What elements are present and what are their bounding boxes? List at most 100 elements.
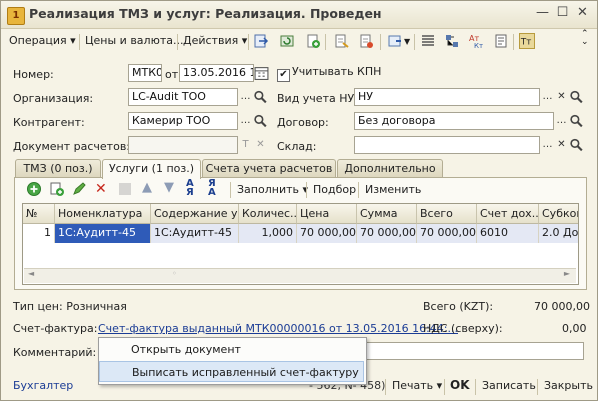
refresh-icon[interactable] xyxy=(279,33,295,49)
nomenclature-cell[interactable]: 1С:Аудитт-45 xyxy=(55,224,151,243)
column-header[interactable]: Цена xyxy=(297,204,357,224)
menu-item-issue-corrected-invoice[interactable]: Выписать исправленный счет-фактуру xyxy=(99,361,364,382)
subconto-cell[interactable]: 2.0 Дох xyxy=(539,224,578,243)
add-row-icon[interactable] xyxy=(26,181,42,197)
close-icon[interactable]: ✕ xyxy=(574,5,591,20)
column-header[interactable]: Всего xyxy=(417,204,477,224)
delete-x-icon[interactable]: ✕ xyxy=(95,181,107,197)
print-menu-button[interactable]: Печать ▾ xyxy=(392,379,442,392)
column-header[interactable]: Субкон xyxy=(539,204,578,224)
move-down-icon[interactable]: ▼ xyxy=(164,180,174,195)
warehouse-field[interactable] xyxy=(354,136,540,154)
app-icon: 1 xyxy=(7,7,25,25)
sum-cell[interactable]: 70 000,00 xyxy=(357,224,417,243)
report-icon[interactable] xyxy=(493,33,509,49)
calendar-icon[interactable] xyxy=(254,65,269,81)
tt-icon[interactable]: Tт xyxy=(519,33,535,49)
based-on-icon[interactable] xyxy=(387,33,403,49)
search-icon[interactable] xyxy=(569,113,584,129)
column-header[interactable]: Счет дох... xyxy=(477,204,539,224)
select-ellipsis-icon[interactable]: … xyxy=(238,113,253,129)
column-header[interactable]: Сумма xyxy=(357,204,417,224)
toolbar-separator xyxy=(248,34,249,50)
list-icon[interactable] xyxy=(420,33,436,49)
select-ellipsis-icon[interactable]: … xyxy=(554,113,569,129)
end-edit-icon[interactable] xyxy=(117,181,133,197)
enter-arrow-icon[interactable] xyxy=(253,33,269,49)
operation-menu-button[interactable]: Операция ▾ xyxy=(9,34,76,47)
clear-x-icon[interactable]: ✕ xyxy=(554,137,569,153)
sort-desc-icon[interactable]: ЯА xyxy=(208,179,216,198)
column-header[interactable]: Количес... xyxy=(239,204,297,224)
column-header[interactable]: Содержание у... xyxy=(151,204,239,224)
unpost-document-icon[interactable] xyxy=(358,33,374,49)
user-link[interactable]: Бухгалтер xyxy=(13,379,73,392)
select-button[interactable]: Подбор xyxy=(313,183,356,196)
clear-x-icon[interactable]: ✕ xyxy=(554,89,569,105)
structure-icon[interactable] xyxy=(444,33,460,49)
toolbar-overflow-icon[interactable]: ⌃ ⌄ xyxy=(581,30,589,47)
toolbar-separator xyxy=(475,379,476,395)
select-ellipsis-icon[interactable]: … xyxy=(540,137,555,153)
copy-row-icon[interactable] xyxy=(49,181,65,197)
tax-accounting-field[interactable]: НУ xyxy=(354,88,540,106)
column-header[interactable]: № xyxy=(23,204,55,224)
scroll-thumb[interactable]: ◦ xyxy=(172,269,177,278)
settlement-doc-field[interactable] xyxy=(128,136,238,154)
move-up-icon[interactable]: ▲ xyxy=(142,180,152,195)
scroll-right-icon[interactable]: ► xyxy=(564,269,570,278)
svg-text:Tт: Tт xyxy=(520,38,531,48)
column-header[interactable]: Номенклатура xyxy=(55,204,151,224)
tab-additional[interactable]: Дополнительно xyxy=(337,159,443,178)
organization-field[interactable]: LC-Audit TOO xyxy=(128,88,238,106)
account-kt-icon[interactable]: АтКт xyxy=(468,33,484,49)
invoice-context-menu: Открыть документ Выписать исправленный с… xyxy=(98,337,367,385)
ok-button[interactable]: OK xyxy=(450,378,470,392)
search-icon[interactable] xyxy=(253,113,268,129)
type-t-icon[interactable]: T xyxy=(238,137,253,153)
horizontal-scrollbar[interactable]: ◄ ◦ ► xyxy=(24,268,576,283)
restore-icon[interactable]: ☐ xyxy=(554,5,571,20)
toolbar-separator xyxy=(325,34,326,50)
search-icon[interactable] xyxy=(569,137,584,153)
number-field[interactable]: МТК0 xyxy=(128,64,162,82)
edit-pencil-icon[interactable] xyxy=(71,181,87,197)
add-document-icon[interactable] xyxy=(305,33,321,49)
clear-x-icon[interactable]: ✕ xyxy=(253,137,268,153)
price-cell[interactable]: 70 000,00 xyxy=(297,224,357,243)
total-cell[interactable]: 70 000,00 xyxy=(417,224,477,243)
prices-currency-button[interactable]: Цены и валюта... xyxy=(85,34,183,47)
content-cell[interactable]: 1С:Аудитт-45 xyxy=(151,224,239,243)
select-ellipsis-icon[interactable]: … xyxy=(540,89,555,105)
quantity-cell[interactable]: 1,000 xyxy=(239,224,297,243)
toolbar-separator xyxy=(385,379,386,395)
menu-item-open-document[interactable]: Открыть документ xyxy=(99,339,364,360)
toolbar-separator xyxy=(79,34,80,50)
invoice-link[interactable]: Счет-фактура выданный МТК00000016 от 13.… xyxy=(98,322,458,335)
counterparty-field[interactable]: Камерир TOO xyxy=(128,112,238,130)
sort-asc-icon[interactable]: АЯ xyxy=(186,179,194,198)
main-toolbar: Операция ▾ Цены и валюта... Действия ▾ ▼… xyxy=(3,30,595,54)
date-field[interactable]: 13.05.2016 16 xyxy=(179,64,254,82)
row-number-cell[interactable]: 1 xyxy=(23,224,55,243)
tab-settlement-accounts[interactable]: Счета учета расчетов xyxy=(202,159,336,178)
kpn-checkbox[interactable]: ✔ Учитывать КПН xyxy=(277,65,381,82)
change-button[interactable]: Изменить xyxy=(365,183,421,196)
minimize-icon[interactable]: — xyxy=(534,5,551,20)
actions-menu-button[interactable]: Действия ▾ xyxy=(183,34,247,47)
tab-tmz[interactable]: ТМЗ (0 поз.) xyxy=(15,159,101,178)
chevron-down-icon[interactable]: ▼ xyxy=(404,37,410,46)
toolbar-separator xyxy=(177,34,178,50)
search-icon[interactable] xyxy=(569,89,584,105)
tab-services[interactable]: Услуги (1 поз.) xyxy=(102,159,201,179)
select-ellipsis-icon[interactable]: … xyxy=(238,89,253,105)
post-document-icon[interactable] xyxy=(333,33,349,49)
fill-menu-button[interactable]: Заполнить ▾ xyxy=(237,183,308,196)
scroll-left-icon[interactable]: ◄ xyxy=(28,269,34,278)
save-button[interactable]: Записать xyxy=(482,379,536,392)
close-button[interactable]: Закрыть xyxy=(544,379,593,392)
search-icon[interactable] xyxy=(253,89,268,105)
contract-label: Договор: xyxy=(277,116,329,129)
income-account-cell[interactable]: 6010 xyxy=(477,224,539,243)
contract-field[interactable]: Без договора xyxy=(354,112,554,130)
